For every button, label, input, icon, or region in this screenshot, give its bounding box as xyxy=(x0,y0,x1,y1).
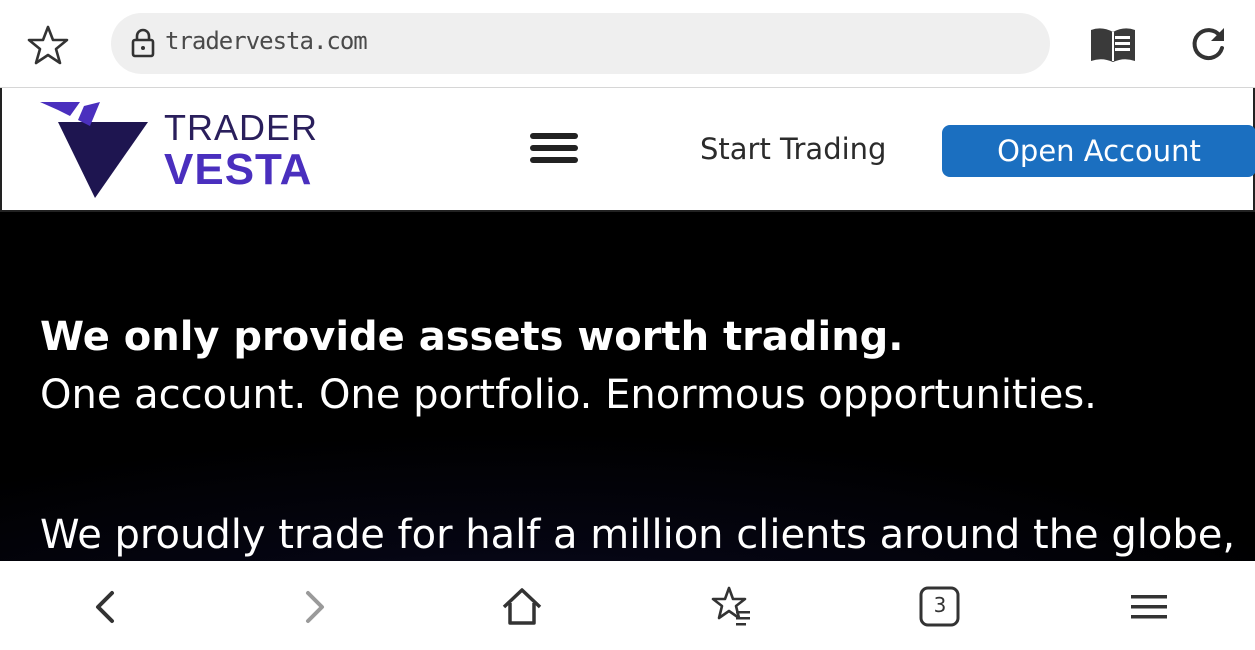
chevron-right-icon[interactable] xyxy=(292,585,336,629)
url-text: tradervesta.com xyxy=(165,27,368,55)
bookmarks-list-icon[interactable] xyxy=(710,585,754,629)
reader-mode-icon[interactable] xyxy=(1088,24,1138,66)
tab-count: 3 xyxy=(933,593,947,617)
home-icon[interactable] xyxy=(500,585,544,629)
open-account-button[interactable]: Open Account xyxy=(942,125,1255,177)
lock-icon xyxy=(130,28,156,58)
start-trading-link[interactable]: Start Trading xyxy=(700,132,886,166)
tabs-icon[interactable]: 3 xyxy=(918,585,962,629)
logo-text-trader: TRADER xyxy=(164,107,319,148)
site-header: TRADER VESTA Start Trading Open Account xyxy=(0,88,1255,212)
chevron-left-icon[interactable] xyxy=(84,585,128,629)
hero-section: We only provide assets worth trading. On… xyxy=(0,212,1255,562)
reload-icon[interactable] xyxy=(1186,22,1230,66)
browser-bottom-bar: 3 xyxy=(0,561,1255,650)
hamburger-menu-icon[interactable] xyxy=(1127,585,1171,629)
menu-bar xyxy=(530,157,578,163)
menu-bar xyxy=(530,133,578,139)
site-menu-icon[interactable] xyxy=(530,133,578,169)
hero-body-text: We proudly trade for half a million clie… xyxy=(40,512,1236,558)
trader-vesta-logo-icon[interactable] xyxy=(40,102,148,198)
star-outline-icon[interactable] xyxy=(27,24,69,66)
menu-bar xyxy=(530,145,578,151)
address-bar[interactable]: tradervesta.com xyxy=(111,13,1050,74)
browser-toolbar: tradervesta.com xyxy=(0,0,1255,88)
hero-subline: One account. One portfolio. Enormous opp… xyxy=(40,372,1097,418)
logo-text-vesta: VESTA xyxy=(164,145,313,194)
hero-headline: We only provide assets worth trading. xyxy=(40,314,904,360)
